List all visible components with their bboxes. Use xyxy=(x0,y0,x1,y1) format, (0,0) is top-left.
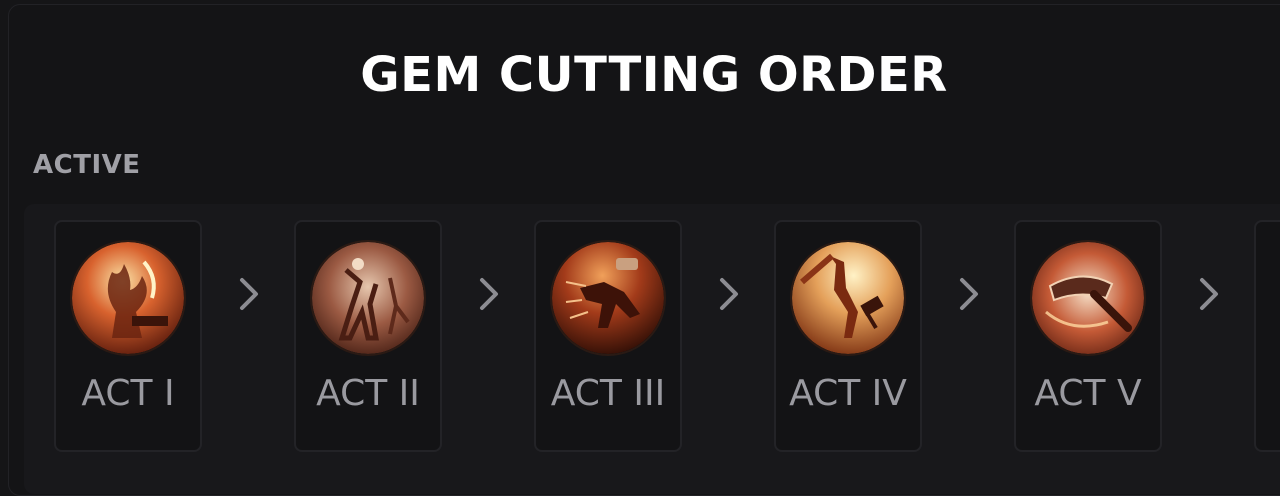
act-card-4[interactable]: ACT IV xyxy=(774,220,922,452)
act-card-2[interactable]: ACT II xyxy=(294,220,442,452)
chevron-right-icon xyxy=(720,278,738,310)
act-label: ACT V xyxy=(1034,373,1142,414)
leap-hammer-icon xyxy=(792,242,904,354)
chevron-right-icon xyxy=(1200,278,1218,310)
charge-icon xyxy=(552,242,664,354)
act-card-1[interactable]: ACT I xyxy=(54,220,202,452)
act-card-5[interactable]: ACT V xyxy=(1014,220,1162,452)
rock-throw-icon xyxy=(312,242,424,354)
act-card-next-partial[interactable] xyxy=(1254,220,1280,452)
hammer-icon xyxy=(1032,242,1144,354)
act-label: ACT I xyxy=(81,373,175,414)
act-label: ACT III xyxy=(550,373,666,414)
panel-title: GEM CUTTING ORDER xyxy=(360,47,948,103)
chevron-right-icon xyxy=(240,278,258,310)
section-label-active: ACTIVE xyxy=(33,150,141,180)
act-card-3[interactable]: ACT III xyxy=(534,220,682,452)
act-label: ACT IV xyxy=(789,373,907,414)
act-label: ACT II xyxy=(316,373,420,414)
chevron-right-icon xyxy=(960,278,978,310)
fire-smith-icon xyxy=(72,242,184,354)
chevron-right-icon xyxy=(480,278,498,310)
